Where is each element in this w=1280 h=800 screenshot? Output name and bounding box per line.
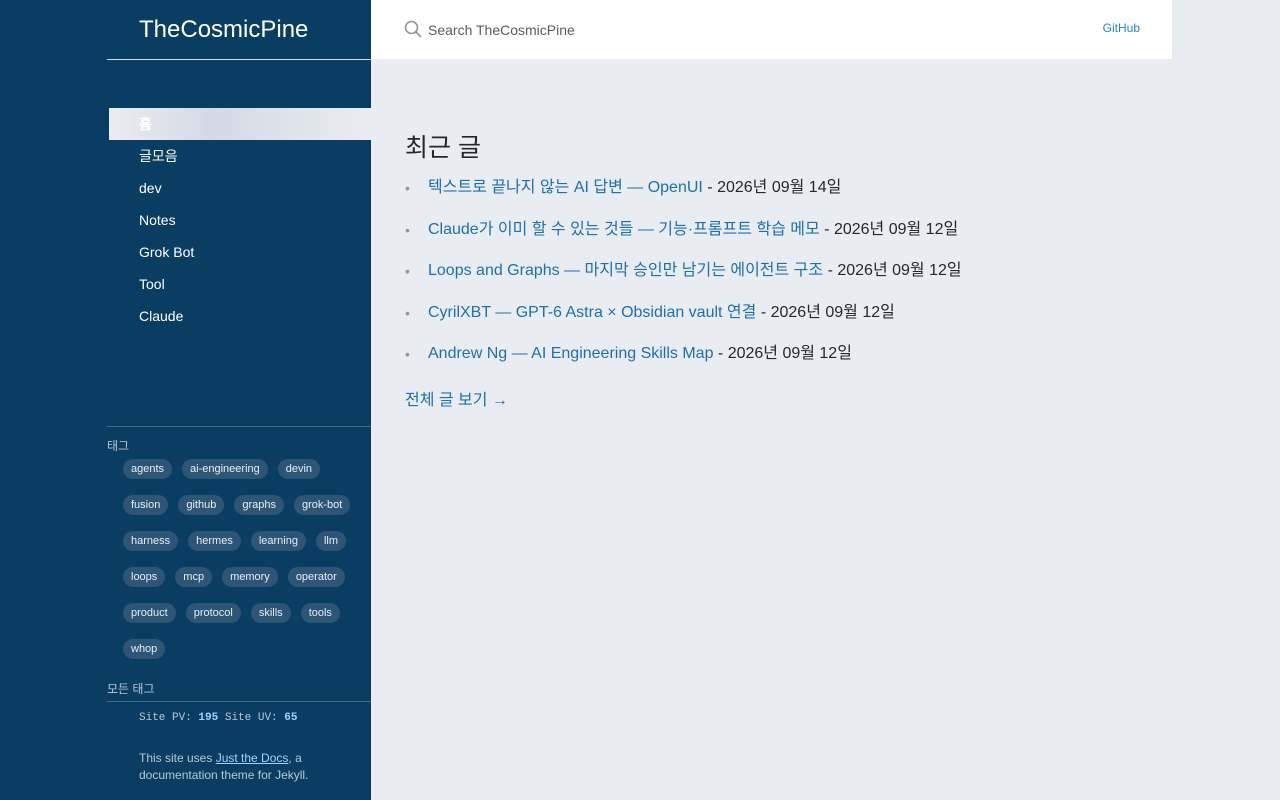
tag-tools[interactable]: tools [300,603,340,623]
pv-label: Site PV: [139,712,192,724]
list-item: • Andrew Ng — AI Engineering Skills Map … [405,344,1165,386]
bullet-icon: • [405,304,410,321]
tag-protocol[interactable]: protocol [185,603,241,623]
nav-item-archive[interactable]: 글모음 [107,140,371,172]
tag-operator[interactable]: operator [287,567,345,587]
tag-product[interactable]: product [123,603,176,623]
bullet-icon: • [405,263,410,279]
nav-item-grok-bot[interactable]: Grok Bot [107,236,371,268]
tag-llm[interactable]: llm [315,531,347,551]
uv-value: 65 [284,712,298,724]
nav-item-label: 홈 [139,116,152,132]
post-date: - 2026년 09월 12일 [823,262,962,279]
tags-section: 태그 agents ai-engineering devin fusion gi… [107,426,371,669]
tag-github[interactable]: github [178,495,225,515]
tag-whop[interactable]: whop [123,639,166,659]
sidebar: TheCosmicPine 홈 글모음 dev Notes Grok Bot T… [107,0,371,800]
just-the-docs-link[interactable]: Just the Docs [216,751,289,765]
nav-item-claude[interactable]: Claude [107,300,371,332]
post-link[interactable]: CyrilXBT — GPT-6 Astra × Obsidian vault … [428,304,756,321]
list-item: • CyrilXBT — GPT-6 Astra × Obsidian vaul… [405,303,1165,345]
list-item: • 텍스트로 끝나지 않는 AI 답변 — OpenUI - 2026년 09월… [405,178,1165,220]
top-bar: GitHub [371,0,1172,59]
page-title: 최근 글 [405,134,481,162]
tag-skills[interactable]: skills [250,603,291,623]
github-link[interactable]: GitHub [1103,21,1140,35]
footer-note: This site uses Just the Docs, a document… [139,750,339,784]
tag-mcp[interactable]: mcp [175,567,213,587]
nav-item-notes[interactable]: Notes [107,204,371,236]
tag-graphs[interactable]: graphs [234,495,284,515]
post-date: - 2026년 09월 12일 [713,345,852,362]
post-date: - 2026년 09월 12일 [819,220,959,238]
search-icon [404,20,422,43]
tag-fusion[interactable]: fusion [123,495,169,515]
post-link[interactable]: 텍스트로 끝나지 않는 AI 답변 — OpenUI [428,179,703,196]
main-nav: 홈 글모음 dev Notes Grok Bot Tool Claude [107,108,371,332]
site-title-link[interactable]: TheCosmicPine [139,16,308,44]
post-link[interactable]: Loops and Graphs — 마지막 승인만 남기는 에이전트 구조 [428,262,823,279]
nav-item-tool[interactable]: Tool [107,268,371,300]
tag-devin[interactable]: devin [277,459,321,479]
post-link[interactable]: Andrew Ng — AI Engineering Skills Map [428,345,713,362]
tags-heading: 태그 [107,439,130,453]
tag-grok-bot[interactable]: grok-bot [293,495,351,515]
list-item: • Claude가 이미 할 수 있는 것들 — 기능·프롬프트 학습 메모 -… [405,220,1165,262]
search-input[interactable] [428,19,1028,41]
site-header: TheCosmicPine [107,0,371,60]
pv-value: 195 [198,712,219,724]
view-all-posts-link[interactable]: 전체 글 보기 → [405,386,508,410]
all-tags-link[interactable]: 모든 태그 [107,679,371,702]
post-date: - 2026년 09월 14일 [702,179,842,196]
tag-harness[interactable]: harness [123,531,179,551]
tag-agents[interactable]: agents [123,459,173,479]
list-item: • Loops and Graphs — 마지막 승인만 남기는 에이전트 구조… [405,261,1165,303]
footer-prefix: This site uses [139,751,216,765]
post-link[interactable]: Claude가 이미 할 수 있는 것들 — 기능·프롬프트 학습 메모 [428,221,820,238]
bullet-icon: • [405,221,410,238]
post-list: • 텍스트로 끝나지 않는 AI 답변 — OpenUI - 2026년 09월… [405,178,1165,386]
tag-memory[interactable]: memory [222,567,278,587]
post-date: - 2026년 09월 12일 [756,303,895,321]
tag-hermes[interactable]: hermes [188,531,241,551]
uv-label: Site UV: [224,712,278,724]
bullet-icon: • [405,180,410,196]
right-gutter [1172,0,1280,800]
tag-loops[interactable]: loops [123,567,166,587]
bullet-icon: • [405,346,410,362]
nav-item-home[interactable]: 홈 [109,108,371,140]
site-stats: Site PV: 195 Site UV: 65 [139,712,297,724]
tag-ai-engineering[interactable]: ai-engineering [182,459,268,479]
tags-list: agents ai-engineering devin fusion githu… [107,453,371,669]
main-content: 최근 글 • 텍스트로 끝나지 않는 AI 답변 — OpenUI - 2026… [405,120,1165,410]
tag-learning[interactable]: learning [250,531,306,551]
nav-item-dev[interactable]: dev [107,172,371,204]
